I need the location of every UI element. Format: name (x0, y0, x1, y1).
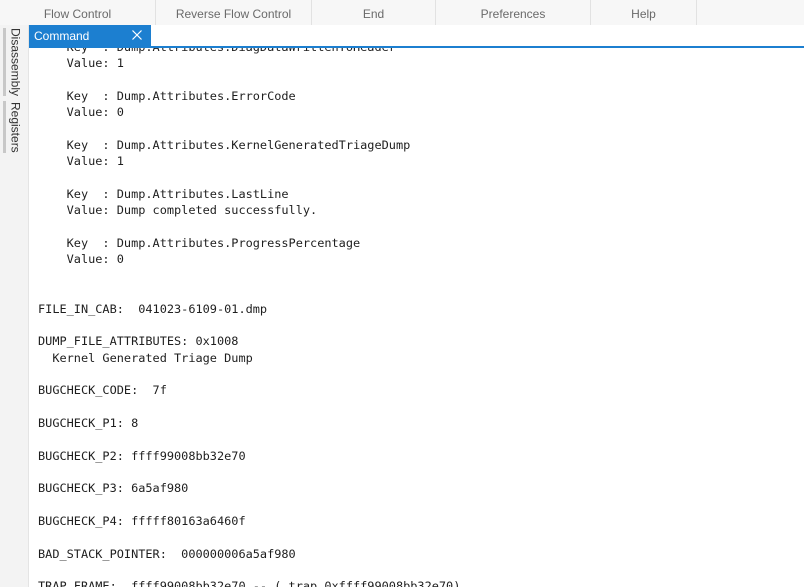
ribbon-toolbar: Flow Control Reverse Flow Control End Pr… (0, 0, 804, 26)
output-line: Value: 0 (38, 252, 124, 267)
ribbon-group-label: Help (631, 7, 656, 21)
output-line: TRAP_FRAME: ffff99008bb32e70 -- (.trap 0… (38, 579, 461, 587)
ribbon-group-end[interactable]: End (312, 0, 436, 25)
ribbon-group-flow-control[interactable]: Flow Control (0, 0, 156, 25)
side-tab-label: Disassembly (8, 28, 23, 97)
output-line: Key : Dump.Attributes.LastLine (38, 187, 289, 202)
ribbon-group-help[interactable]: Help (591, 0, 697, 25)
ribbon-group-label: End (362, 7, 385, 21)
output-line: BUGCHECK_P2: ffff99008bb32e70 (38, 448, 246, 463)
document-tab-strip: Command (29, 25, 804, 48)
output-line: Value: 1 (38, 56, 124, 71)
output-line: BUGCHECK_P1: 8 (38, 415, 139, 430)
output-line: Kernel Generated Triage Dump (38, 350, 253, 365)
output-line: Value: 1 (38, 154, 124, 169)
output-line: Key : Dump.Attributes.DiagDataWrittenToH… (38, 48, 396, 54)
output-line: Value: Dump completed successfully. (38, 203, 318, 218)
tab-command-label: Command (34, 28, 90, 43)
ribbon-group-label: Preferences (480, 7, 546, 21)
output-line: FILE_IN_CAB: 041023-6109-01.dmp (38, 301, 268, 316)
ribbon-group-label: Reverse Flow Control (175, 7, 292, 21)
output-line: DUMP_FILE_ATTRIBUTES: 0x1008 (38, 334, 239, 349)
output-line: Key : Dump.Attributes.KernelGeneratedTri… (38, 138, 411, 153)
side-tool-rail: Disassembly Registers (0, 25, 29, 587)
ribbon-group-label: Flow Control (43, 7, 112, 21)
ribbon-group-reverse-flow-control[interactable]: Reverse Flow Control (156, 0, 312, 25)
command-output-pane[interactable]: Key : Dump.Attributes.DiagDataWrittenToH… (29, 48, 804, 587)
output-line: BUGCHECK_P4: fffff80163a6460f (38, 513, 246, 528)
command-output-text: Key : Dump.Attributes.DiagDataWrittenToH… (38, 48, 460, 587)
ribbon-group-preferences[interactable]: Preferences (436, 0, 591, 25)
tab-command[interactable]: Command (29, 25, 151, 46)
side-tab-label: Registers (8, 101, 23, 153)
side-tab-disassembly[interactable]: Disassembly (3, 28, 25, 96)
output-line: Key : Dump.Attributes.ProgressPercentage (38, 236, 361, 251)
output-line: Key : Dump.Attributes.ErrorCode (38, 89, 296, 104)
side-tab-registers[interactable]: Registers (3, 101, 25, 153)
output-line: BUGCHECK_CODE: 7f (38, 383, 167, 398)
output-line: BUGCHECK_P3: 6a5af980 (38, 481, 189, 496)
output-line: Value: 0 (38, 105, 124, 120)
output-line: BAD_STACK_POINTER: 000000006a5af980 (38, 546, 296, 561)
close-icon[interactable] (131, 29, 143, 41)
